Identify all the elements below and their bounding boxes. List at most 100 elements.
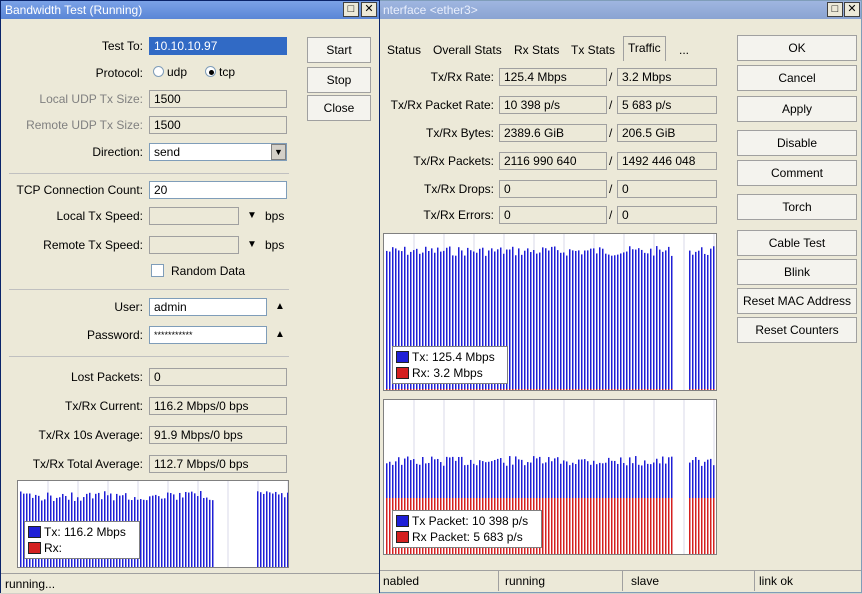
rx-bar <box>671 389 673 390</box>
tx-bar <box>518 248 520 390</box>
remote-tx-input[interactable] <box>149 236 239 254</box>
iface-restore-button[interactable]: □ <box>827 2 843 17</box>
bw-status-text: running... <box>5 577 56 591</box>
rx-bar <box>563 498 565 554</box>
rx-bar <box>476 389 478 390</box>
random-data-checkbox[interactable] <box>151 264 164 277</box>
rx-bar <box>554 389 556 390</box>
tx-bar <box>173 494 175 567</box>
rx-bar <box>527 389 529 390</box>
tx-bar <box>149 496 151 567</box>
rx-bar <box>650 498 652 554</box>
local-udp-input[interactable]: 1500 <box>149 90 287 108</box>
stat-label-packets: Tx/Rx Packets: <box>413 154 494 168</box>
protocol-udp-radio[interactable]: udp <box>153 65 187 79</box>
reset-mac-button[interactable]: Reset MAC Address <box>737 288 857 314</box>
rx-bar <box>587 498 589 554</box>
rx-bar <box>635 389 637 390</box>
rx-bar <box>443 389 445 390</box>
tab-rx-stats[interactable]: Rx Stats <box>510 39 563 61</box>
tx-bar <box>386 250 388 390</box>
rx-bar <box>533 389 535 390</box>
tx-bar <box>704 253 706 390</box>
tab-more[interactable]: ... <box>675 39 693 61</box>
rx-bar <box>437 389 439 390</box>
stop-button[interactable]: Stop <box>307 67 371 93</box>
tx-bar <box>596 253 598 390</box>
torch-button[interactable]: Torch <box>737 194 857 220</box>
protocol-tcp-radio[interactable]: tcp <box>205 65 235 79</box>
rx-bar <box>647 498 649 554</box>
rx-bar <box>503 389 505 390</box>
tx-bar <box>188 492 190 567</box>
tab-tx-stats[interactable]: Tx Stats <box>567 39 619 61</box>
tx-bar <box>194 493 196 567</box>
legend-rx: Rx: 3.2 Mbps <box>412 366 483 380</box>
stat-sep: / <box>609 126 613 140</box>
user-input[interactable]: admin <box>149 298 267 316</box>
rx-bar <box>545 498 547 554</box>
interface-titlebar[interactable]: nterface <ether3> <box>379 1 861 19</box>
apply-button[interactable]: Apply <box>737 96 857 122</box>
tx-bar <box>212 500 214 567</box>
tab-traffic[interactable]: Traffic <box>623 36 666 61</box>
chevron-down-icon[interactable]: ▼ <box>247 239 257 250</box>
tcp-conn-input[interactable]: 20 <box>149 181 287 199</box>
tab-overall-stats[interactable]: Overall Stats <box>429 39 506 61</box>
test-to-input[interactable]: 10.10.10.97 <box>149 37 287 55</box>
chevron-down-icon[interactable]: ▼ <box>247 210 257 221</box>
cancel-button[interactable]: Cancel <box>737 65 857 91</box>
rx-bar <box>614 389 616 390</box>
tx-bar <box>206 497 208 567</box>
rx-bar <box>599 389 601 390</box>
rx-bar <box>404 389 406 390</box>
tcp-conn-label: TCP Connection Count: <box>16 183 143 197</box>
close-button[interactable]: Close <box>307 95 371 121</box>
rx-bar <box>599 498 601 554</box>
remote-udp-input[interactable]: 1500 <box>149 116 287 134</box>
iface-close-button[interactable]: ✕ <box>844 2 860 17</box>
start-button[interactable]: Start <box>307 37 371 63</box>
bandwidth-titlebar[interactable]: Bandwidth Test (Running) <box>1 1 379 19</box>
ok-button[interactable]: OK <box>737 35 857 61</box>
rx-bar <box>410 389 412 390</box>
local-tx-input[interactable] <box>149 207 239 225</box>
rx-bar <box>464 389 466 390</box>
legend-tx-packet: Tx Packet: 10 398 p/s <box>412 514 529 528</box>
tx-bar <box>281 493 283 567</box>
rx-bar <box>479 389 481 390</box>
cable-test-button[interactable]: Cable Test <box>737 230 857 256</box>
dropdown-arrow-icon[interactable]: ▼ <box>271 144 286 160</box>
rx-bar <box>449 389 451 390</box>
comment-button[interactable]: Comment <box>737 160 857 186</box>
blink-button[interactable]: Blink <box>737 259 857 285</box>
rx-bar <box>488 389 490 390</box>
rx-bar <box>653 389 655 390</box>
bw-restore-button[interactable]: □ <box>343 2 359 17</box>
rx-bar <box>587 389 589 390</box>
tx-bar <box>197 496 199 567</box>
user-label: User: <box>114 300 143 314</box>
current-label: Tx/Rx Current: <box>64 399 143 413</box>
password-input[interactable]: *********** <box>149 326 267 344</box>
current-value: 116.2 Mbps/0 bps <box>149 397 287 415</box>
tx-bar <box>668 246 670 390</box>
reset-counters-button[interactable]: Reset Counters <box>737 317 857 343</box>
tx-bar <box>671 255 673 390</box>
status-running: running <box>501 571 623 591</box>
chevron-up-icon[interactable]: ▲ <box>275 329 285 340</box>
tab-status[interactable]: Status <box>383 39 425 61</box>
lost-packets-value: 0 <box>149 368 287 386</box>
traffic-chart-packets: Tx Packet: 10 398 p/s Rx Packet: 5 683 p… <box>383 399 717 555</box>
rx-bar <box>620 389 622 390</box>
rx-bar <box>521 389 523 390</box>
radio-icon <box>153 66 164 77</box>
rx-bar <box>602 389 604 390</box>
rx-bar <box>536 389 538 390</box>
status-link: link ok <box>759 574 794 588</box>
rx-bar <box>671 498 673 554</box>
bw-close-button[interactable]: ✕ <box>361 2 377 17</box>
chevron-up-icon[interactable]: ▲ <box>275 301 285 312</box>
direction-select[interactable]: send <box>149 143 287 161</box>
disable-button[interactable]: Disable <box>737 130 857 156</box>
